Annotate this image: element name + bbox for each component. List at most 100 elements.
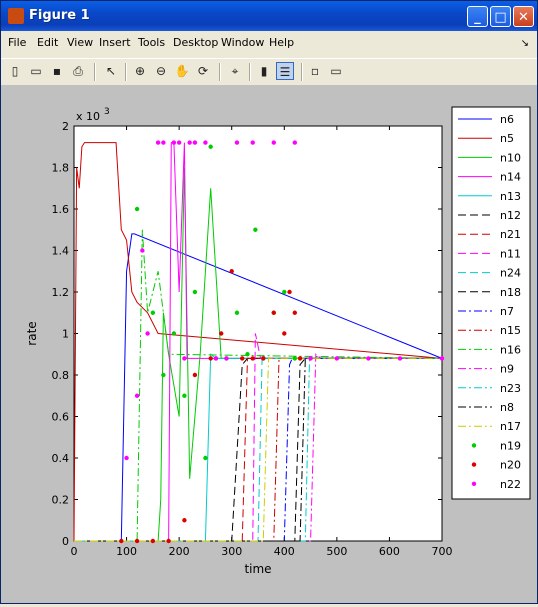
series-marker-n19 [282, 289, 287, 295]
legend-label: n24 [500, 267, 521, 280]
x-tick-label: 600 [379, 545, 400, 558]
series-marker-n22 [271, 140, 276, 145]
series-marker-n22 [234, 140, 240, 145]
y-exponent-label: x 10 [76, 110, 100, 123]
close-button[interactable]: ✕ [513, 6, 534, 27]
x-tick-label: 200 [169, 545, 190, 558]
figure-toolbar: ▯ ▭ ▪ ⎙ ↖ ⊕ ⊖ ✋ ⟳ ⌖ ▮ ☰ ▫ ▭ [1, 58, 537, 86]
menu-insert[interactable]: Insert [99, 36, 131, 49]
menu-window[interactable]: Window [221, 36, 264, 49]
y-exponent-power: 3 [104, 107, 110, 117]
series-marker-n20 [287, 289, 292, 295]
series-marker-n22 [224, 356, 229, 361]
legend-label: n6 [500, 113, 514, 126]
colorbar-icon[interactable]: ▮ [255, 62, 273, 80]
y-tick-label: 2 [62, 120, 69, 133]
series-marker-n20 [271, 310, 276, 315]
series-marker-n20 [282, 331, 287, 336]
series-marker-n22 [155, 140, 161, 145]
legend-label: n15 [500, 324, 521, 337]
series-marker-n19 [234, 310, 240, 315]
x-tick-label: 400 [274, 545, 295, 558]
title-bar[interactable]: Figure 1 _ □ ✕ [1, 1, 537, 31]
y-tick-label: 1.8 [52, 162, 70, 175]
series-marker-n20 [208, 356, 213, 361]
hide-tools-icon[interactable]: ▫ [306, 62, 324, 80]
figure-window: Figure 1 _ □ ✕ File Edit View Insert Too… [0, 0, 538, 604]
minimize-button[interactable]: _ [467, 6, 488, 27]
zoom-in-icon[interactable]: ⊕ [131, 62, 149, 80]
pointer-icon[interactable]: ↖ [102, 62, 120, 80]
matlab-logo-icon [8, 8, 24, 24]
menu-help[interactable]: Help [269, 36, 294, 49]
series-marker-n20 [166, 538, 171, 544]
series-marker-n22 [308, 356, 313, 361]
series-marker-n20 [182, 518, 187, 523]
figure-canvas: 0 100 200 300 400 500 600 700 0 0.2 0.4 0.6 0.8 1 1.2 1… [1, 85, 537, 603]
series-marker-n22 [145, 331, 150, 336]
series-marker-n20 [219, 331, 224, 336]
series-marker-n19 [203, 455, 208, 461]
menu-desktop[interactable]: Desktop [173, 36, 218, 49]
series-marker-n22 [250, 140, 255, 145]
menu-view[interactable]: View [67, 36, 93, 49]
legend-label: n8 [500, 401, 514, 414]
series-marker-n19 [134, 206, 140, 212]
save-icon[interactable]: ▪ [48, 62, 66, 80]
rotate-icon[interactable]: ⟳ [194, 62, 212, 80]
maximize-button[interactable]: □ [490, 6, 511, 27]
series-marker-n22 [161, 140, 166, 145]
series-marker-n19 [182, 393, 187, 398]
series-marker-n19 [292, 356, 297, 361]
window-title: Figure 1 [29, 8, 90, 23]
legend-label: n5 [500, 132, 514, 145]
legend-label: n14 [500, 171, 521, 184]
series-marker-n20 [192, 372, 198, 378]
legend-icon[interactable]: ☰ [276, 62, 294, 80]
y-tick-label: 1 [62, 328, 69, 341]
new-icon[interactable]: ▯ [6, 62, 24, 80]
series-marker-n22 [397, 356, 403, 361]
menu-edit[interactable]: Edit [37, 36, 58, 49]
series-marker-n20 [250, 356, 255, 361]
data-cursor-icon[interactable]: ⌖ [226, 62, 244, 80]
legend-marker-n20 [471, 462, 477, 467]
print-icon[interactable]: ⎙ [69, 62, 87, 80]
series-marker-n22 [187, 140, 192, 145]
series-marker-n22 [192, 140, 198, 145]
open-icon[interactable]: ▭ [27, 62, 45, 80]
series-marker-n19 [171, 331, 177, 336]
legend-label: n10 [500, 151, 521, 164]
plot-tools-icon[interactable]: ▭ [327, 62, 345, 80]
series-marker-n20 [150, 538, 156, 544]
x-tick-label: 0 [71, 545, 78, 558]
series-marker-n22 [366, 356, 371, 361]
y-tick-label: 0 [62, 535, 69, 548]
legend-label: n12 [500, 209, 521, 222]
legend-label: n20 [500, 459, 521, 472]
legend-label: n21 [500, 228, 521, 241]
x-axis-label: time [244, 562, 271, 576]
legend-label: n11 [500, 247, 521, 260]
legend-label: n23 [500, 382, 521, 395]
legend-label: n19 [500, 439, 521, 452]
series-marker-n20 [229, 269, 234, 274]
series-marker-n20 [292, 310, 297, 315]
series-marker-n22 [140, 248, 145, 253]
y-tick-label: 0.4 [52, 452, 70, 465]
menu-tools[interactable]: Tools [138, 36, 165, 49]
series-marker-n19 [253, 227, 258, 232]
legend-marker-n19 [471, 443, 477, 448]
series-marker-n19 [161, 372, 166, 378]
dock-arrow-icon[interactable]: ↘ [521, 38, 529, 49]
zoom-out-icon[interactable]: ⊖ [152, 62, 170, 80]
legend-label: n13 [500, 190, 521, 203]
x-tick-label: 300 [221, 545, 242, 558]
menu-file[interactable]: File [8, 36, 26, 49]
pan-icon[interactable]: ✋ [173, 62, 191, 80]
series-marker-n22 [213, 356, 219, 361]
x-tick-label: 700 [432, 545, 453, 558]
y-tick-label: 1.4 [52, 245, 70, 258]
series-marker-n22 [124, 455, 129, 461]
series-marker-n20 [134, 538, 140, 544]
